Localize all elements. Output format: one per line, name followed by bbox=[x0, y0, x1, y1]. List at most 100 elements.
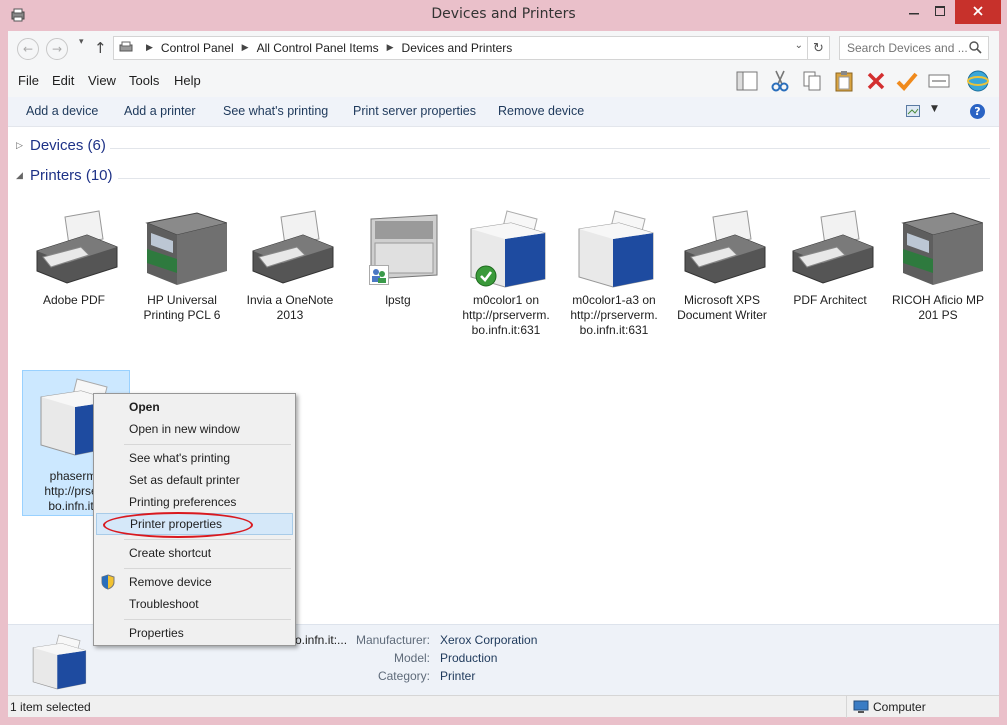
menu-help[interactable]: Help bbox=[174, 73, 201, 88]
menu-separator bbox=[124, 568, 291, 569]
printer-label-line: Invia a OneNote bbox=[246, 293, 334, 307]
inkjet-printer-icon bbox=[245, 209, 335, 289]
printer-label-line: m0color1-a3 on bbox=[572, 293, 656, 307]
status-divider bbox=[846, 696, 847, 718]
address-row: ← → ▾ ↑ ▶ Control Panel ▶ All Control Pa… bbox=[8, 31, 999, 65]
search-box[interactable] bbox=[839, 36, 989, 60]
cut-icon[interactable] bbox=[768, 69, 792, 93]
printer-label-line: bo.infn.it:631 bbox=[579, 323, 649, 337]
printer-label-line: Printing PCL 6 bbox=[143, 308, 221, 322]
chevron-down-icon: ▼ bbox=[931, 104, 938, 114]
shared-icon bbox=[369, 265, 389, 285]
menu-open-new-window[interactable]: Open in new window bbox=[96, 418, 293, 440]
maximize-button[interactable] bbox=[928, 0, 952, 24]
menu-view[interactable]: View bbox=[88, 73, 116, 88]
menu-set-default-printer[interactable]: Set as default printer bbox=[96, 469, 293, 491]
printer-tile[interactable]: Adobe PDF bbox=[20, 209, 128, 308]
up-arrow-icon: ↑ bbox=[94, 39, 107, 57]
close-icon bbox=[973, 5, 983, 19]
breadcrumb-separator-icon[interactable]: ▶ bbox=[242, 43, 249, 53]
group-devices[interactable]: ▷ Devices (6) bbox=[16, 137, 106, 154]
printer-label: Microsoft XPS Document Writer bbox=[668, 293, 776, 323]
xerox-printer-icon bbox=[26, 633, 90, 694]
printer-tile[interactable]: Invia a OneNote 2013 bbox=[236, 209, 344, 323]
close-button[interactable] bbox=[955, 0, 1001, 24]
printer-tile[interactable]: RICOH Aficio MP 201 PS bbox=[884, 209, 992, 323]
printer-label-line: Microsoft XPS bbox=[683, 293, 761, 307]
copy-icon[interactable] bbox=[800, 69, 824, 93]
breadcrumb-separator-icon[interactable]: ▶ bbox=[146, 43, 153, 53]
laser-printer-icon bbox=[353, 209, 443, 289]
forward-button[interactable]: → bbox=[46, 38, 68, 60]
group-printers-label: Printers (10) bbox=[30, 167, 113, 184]
maximize-icon bbox=[935, 5, 945, 19]
address-bar[interactable]: ▶ Control Panel ▶ All Control Panel Item… bbox=[113, 36, 830, 60]
back-arrow-icon: ← bbox=[22, 42, 34, 56]
printer-label-line: Adobe PDF bbox=[42, 293, 106, 307]
menu-remove-device[interactable]: Remove device bbox=[96, 571, 293, 593]
group-divider bbox=[118, 178, 990, 179]
refresh-button[interactable]: ↻ bbox=[807, 37, 829, 59]
xerox-printer-icon bbox=[569, 209, 659, 289]
category-label: Category: bbox=[377, 669, 430, 683]
menu-tools[interactable]: Tools bbox=[129, 73, 159, 88]
printer-label-line: RICOH Aficio MP bbox=[891, 293, 984, 307]
add-printer-button[interactable]: Add a printer bbox=[124, 104, 196, 118]
breadcrumb-devices-printers[interactable]: Devices and Printers bbox=[402, 41, 513, 55]
see-whats-printing-button[interactable]: See what's printing bbox=[223, 104, 328, 118]
printer-label-line: Document Writer bbox=[677, 308, 767, 322]
recent-locations-dropdown[interactable]: ▾ bbox=[79, 37, 84, 47]
menu-see-whats-printing[interactable]: See what's printing bbox=[96, 447, 293, 469]
group-devices-label: Devices (6) bbox=[30, 137, 106, 154]
search-input[interactable] bbox=[847, 41, 967, 55]
printer-tile[interactable]: HP Universal Printing PCL 6 bbox=[128, 209, 236, 323]
menu-file[interactable]: File bbox=[18, 73, 39, 88]
menu-troubleshoot[interactable]: Troubleshoot bbox=[96, 593, 293, 615]
paste-icon[interactable] bbox=[832, 69, 856, 93]
address-history-dropdown[interactable]: ⌄ bbox=[795, 40, 803, 51]
printer-tile[interactable]: m0color1 on http://prserverm. bo.infn.it:6… bbox=[452, 209, 560, 338]
search-icon[interactable] bbox=[969, 41, 982, 57]
add-device-button[interactable]: Add a device bbox=[26, 104, 98, 118]
annotation-circle bbox=[103, 512, 253, 538]
breadcrumb-all-items[interactable]: All Control Panel Items bbox=[257, 41, 379, 55]
checkmark-icon[interactable] bbox=[895, 69, 919, 93]
minimize-button[interactable] bbox=[902, 0, 926, 24]
refresh-icon: ↻ bbox=[813, 40, 824, 56]
menu-create-shortcut[interactable]: Create shortcut bbox=[96, 542, 293, 564]
remove-device-button[interactable]: Remove device bbox=[498, 104, 584, 118]
ie-globe-icon[interactable] bbox=[966, 69, 990, 93]
printer-label-line: 201 PS bbox=[918, 308, 958, 322]
model-label: Model: bbox=[393, 651, 430, 665]
menu-edit[interactable]: Edit bbox=[52, 73, 74, 88]
printer-tile[interactable]: Microsoft XPS Document Writer bbox=[668, 209, 776, 323]
view-options-icon[interactable] bbox=[906, 105, 920, 120]
printer-tile[interactable]: lpstg bbox=[344, 209, 452, 308]
layout-pane-icon[interactable] bbox=[735, 69, 759, 93]
window-title: Devices and Printers bbox=[431, 6, 576, 22]
back-button[interactable]: ← bbox=[17, 38, 39, 60]
breadcrumb-separator-icon[interactable]: ▶ bbox=[387, 43, 394, 53]
collapse-triangle-icon: ◢ bbox=[16, 170, 23, 180]
printer-label: Invia a OneNote 2013 bbox=[236, 293, 344, 323]
view-options-dropdown[interactable]: ▼ bbox=[931, 104, 938, 114]
menu-separator bbox=[124, 539, 291, 540]
properties-icon[interactable] bbox=[927, 69, 951, 93]
menu-separator bbox=[124, 619, 291, 620]
help-icon[interactable]: ? bbox=[970, 104, 985, 119]
printer-label-line: lpstg bbox=[385, 293, 411, 307]
menu-bar: File Edit View Tools Help bbox=[8, 65, 999, 97]
command-bar: Add a device Add a printer See what's pr… bbox=[8, 97, 999, 127]
menu-printing-preferences[interactable]: Printing preferences bbox=[96, 491, 293, 513]
menu-open[interactable]: Open bbox=[96, 396, 293, 418]
up-button[interactable]: ↑ bbox=[94, 39, 107, 57]
mfp-printer-icon bbox=[137, 209, 229, 289]
group-printers[interactable]: ◢ Printers (10) bbox=[16, 167, 113, 184]
printer-tile[interactable]: PDF Architect bbox=[776, 209, 884, 308]
breadcrumb-control-panel[interactable]: Control Panel bbox=[161, 41, 234, 55]
delete-icon[interactable] bbox=[864, 69, 888, 93]
menu-properties[interactable]: Properties bbox=[96, 622, 293, 644]
print-server-properties-button[interactable]: Print server properties bbox=[353, 104, 476, 118]
printer-label-line: PDF Architect bbox=[793, 293, 867, 307]
printer-tile[interactable]: m0color1-a3 on http://prserverm. bo.infn.i… bbox=[560, 209, 668, 338]
